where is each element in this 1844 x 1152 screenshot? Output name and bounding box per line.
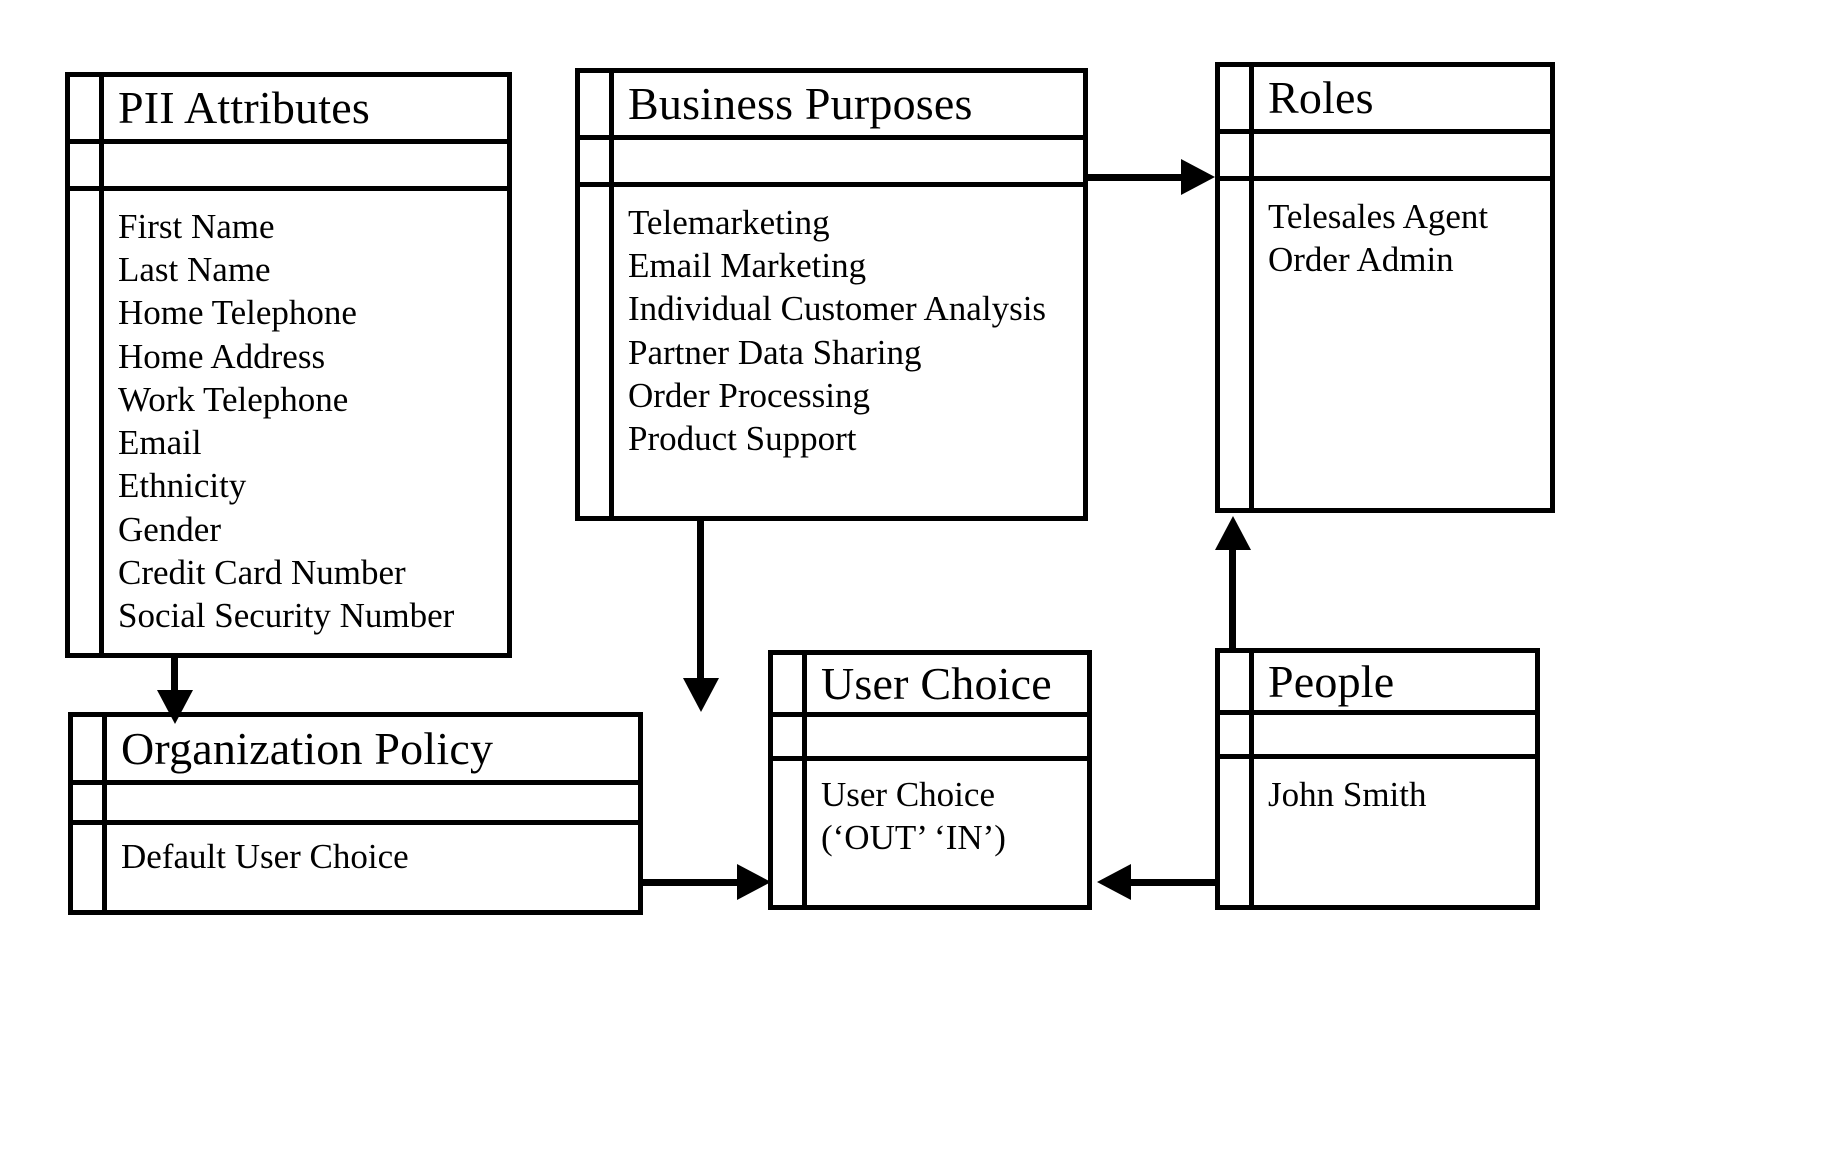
attribute-item: Last Name [118, 250, 271, 290]
attribute-item: First Name [118, 207, 275, 246]
attribute-item: User Choice [821, 775, 995, 814]
attribute-item: Home Telephone [118, 293, 357, 333]
arrowhead-left-icon [1097, 864, 1131, 900]
strip-cell-body [70, 191, 99, 653]
connector-line [1088, 174, 1188, 181]
strip-cell-title [70, 77, 99, 144]
class-attributes-compartment: Telesales Agent Order Admin [1254, 181, 1550, 508]
class-box-left-strip [73, 717, 107, 910]
strip-cell-title [773, 655, 802, 717]
class-attributes-compartment: Default User Choice [107, 825, 638, 910]
attribute-item: Social Security Number [118, 595, 455, 635]
attribute-item: (‘OUT’ ‘IN’) [821, 818, 1006, 858]
diagram-canvas: PII Attributes First Name Last Name Home… [0, 0, 1844, 1152]
class-box-left-strip [70, 77, 104, 653]
class-compartments: Business Purposes Telemarketing Email Ma… [614, 73, 1083, 516]
class-name-user-choice: User Choice [821, 657, 1052, 709]
attribute-item: Email Marketing [628, 246, 867, 286]
arrowhead-right-icon [1181, 159, 1215, 195]
class-title-compartment: People [1254, 653, 1535, 715]
class-box-left-strip [1220, 67, 1254, 508]
strip-cell-mid [773, 717, 802, 761]
connector-line [1229, 545, 1236, 651]
attribute-item: Gender [118, 509, 222, 549]
attribute-item: Partner Data Sharing [628, 332, 922, 372]
class-compartments: User Choice User Choice (‘OUT’ ‘IN’) [807, 655, 1087, 905]
arrowhead-up-icon [1215, 516, 1251, 550]
attribute-item: Credit Card Number [118, 552, 406, 592]
class-box-organization-policy[interactable]: Organization Policy Default User Choice [68, 712, 643, 915]
connector-line [643, 879, 745, 886]
connector-line [1130, 879, 1220, 886]
strip-cell-title [1220, 67, 1249, 134]
class-name-pii-attributes: PII Attributes [118, 82, 370, 133]
arrowhead-down-icon [157, 690, 193, 724]
class-title-compartment: PII Attributes [104, 77, 507, 144]
arrowhead-down-icon [683, 678, 719, 712]
class-attributes-compartment: User Choice (‘OUT’ ‘IN’) [807, 761, 1087, 905]
class-box-roles[interactable]: Roles Telesales Agent Order Admin [1215, 62, 1555, 513]
class-name-roles: Roles [1268, 72, 1374, 123]
attribute-item: Work Telephone [118, 379, 349, 419]
class-middle-compartment [807, 717, 1087, 761]
attribute-item: Order Processing [628, 375, 871, 415]
attribute-item: John Smith [1268, 775, 1427, 814]
strip-cell-body [1220, 181, 1249, 508]
class-box-left-strip [1220, 653, 1254, 905]
class-title-compartment: Organization Policy [107, 717, 638, 785]
attribute-item: Individual Customer Analysis [628, 289, 1047, 329]
class-name-organization-policy: Organization Policy [121, 722, 494, 774]
strip-cell-title [580, 73, 609, 140]
class-box-business-purposes[interactable]: Business Purposes Telemarketing Email Ma… [575, 68, 1088, 521]
attribute-item: Order Admin [1268, 240, 1454, 280]
attribute-item: Telesales Agent [1268, 197, 1489, 236]
strip-cell-body [1220, 759, 1249, 905]
strip-cell-mid [73, 785, 102, 825]
strip-cell-body [580, 187, 609, 516]
class-middle-compartment [104, 144, 507, 191]
class-title-compartment: Business Purposes [614, 73, 1083, 140]
class-middle-compartment [1254, 134, 1550, 181]
strip-cell-body [73, 825, 102, 910]
class-box-pii-attributes[interactable]: PII Attributes First Name Last Name Home… [65, 72, 512, 658]
class-box-people[interactable]: People John Smith [1215, 648, 1540, 910]
strip-cell-mid [580, 140, 609, 187]
class-middle-compartment [614, 140, 1083, 187]
strip-cell-body [773, 761, 802, 905]
class-attributes-compartment: First Name Last Name Home Telephone Home… [104, 191, 507, 653]
strip-cell-title [73, 717, 102, 785]
attribute-item: Home Address [118, 336, 326, 376]
class-compartments: Roles Telesales Agent Order Admin [1254, 67, 1550, 508]
class-box-left-strip [773, 655, 807, 905]
class-title-compartment: Roles [1254, 67, 1550, 134]
attribute-item: Telemarketing [628, 203, 830, 242]
arrowhead-right-icon [737, 864, 771, 900]
class-attributes-compartment: Telemarketing Email Marketing Individual… [614, 187, 1083, 516]
class-attributes-compartment: John Smith [1254, 759, 1535, 905]
class-box-left-strip [580, 73, 614, 516]
strip-cell-mid [1220, 134, 1249, 181]
class-title-compartment: User Choice [807, 655, 1087, 717]
class-compartments: Organization Policy Default User Choice [107, 717, 638, 910]
strip-cell-title [1220, 653, 1249, 715]
attribute-item: Product Support [628, 419, 857, 459]
strip-cell-mid [1220, 715, 1249, 759]
attribute-item: Email [118, 423, 202, 463]
class-compartments: People John Smith [1254, 653, 1535, 905]
strip-cell-mid [70, 144, 99, 191]
attribute-item: Ethnicity [118, 466, 247, 506]
connector-line [697, 521, 704, 693]
class-name-business-purposes: Business Purposes [628, 78, 973, 129]
class-box-user-choice[interactable]: User Choice User Choice (‘OUT’ ‘IN’) [768, 650, 1092, 910]
class-middle-compartment [1254, 715, 1535, 759]
attribute-item: Default User Choice [121, 837, 409, 876]
class-compartments: PII Attributes First Name Last Name Home… [104, 77, 507, 653]
class-name-people: People [1268, 655, 1395, 707]
class-middle-compartment [107, 785, 638, 825]
